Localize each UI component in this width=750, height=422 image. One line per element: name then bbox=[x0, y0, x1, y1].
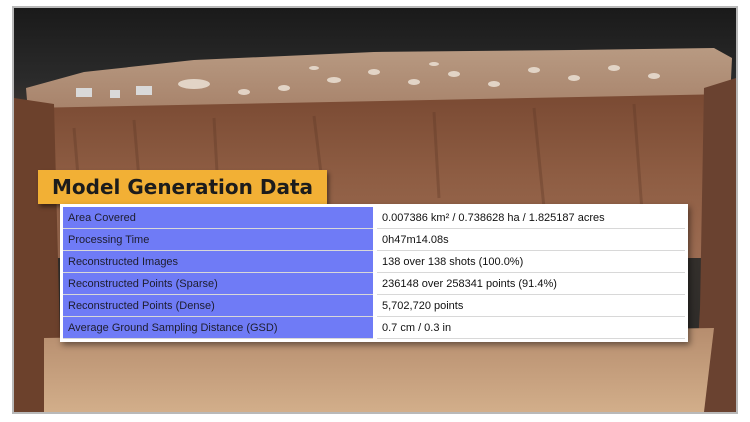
table-row: Average Ground Sampling Distance (GSD) 0… bbox=[63, 316, 685, 339]
slide-frame: Model Generation Data Area Covered 0.007… bbox=[12, 6, 738, 414]
row-label: Average Ground Sampling Distance (GSD) bbox=[63, 316, 375, 339]
row-label: Reconstructed Images bbox=[63, 250, 375, 273]
row-value: 236148 over 258341 points (91.4%) bbox=[373, 272, 685, 295]
table-row: Reconstructed Points (Dense) 5,702,720 p… bbox=[63, 294, 685, 317]
row-label: Processing Time bbox=[63, 228, 375, 251]
row-label: Reconstructed Points (Dense) bbox=[63, 294, 375, 317]
row-label: Area Covered bbox=[63, 207, 375, 229]
row-label: Reconstructed Points (Sparse) bbox=[63, 272, 375, 295]
row-value: 0.7 cm / 0.3 in bbox=[373, 316, 685, 339]
row-value: 0.007386 km² / 0.738628 ha / 1.825187 ac… bbox=[373, 207, 685, 229]
table-row: Area Covered 0.007386 km² / 0.738628 ha … bbox=[63, 207, 685, 229]
row-value: 138 over 138 shots (100.0%) bbox=[373, 250, 685, 273]
table-row: Reconstructed Images 138 over 138 shots … bbox=[63, 250, 685, 273]
table-row: Processing Time 0h47m14.08s bbox=[63, 228, 685, 251]
page-title: Model Generation Data bbox=[52, 175, 313, 199]
row-value: 5,702,720 points bbox=[373, 294, 685, 317]
title-banner: Model Generation Data bbox=[38, 170, 327, 204]
model-data-table: Area Covered 0.007386 km² / 0.738628 ha … bbox=[60, 204, 688, 342]
table-row: Reconstructed Points (Sparse) 236148 ove… bbox=[63, 272, 685, 295]
row-value: 0h47m14.08s bbox=[373, 228, 685, 251]
